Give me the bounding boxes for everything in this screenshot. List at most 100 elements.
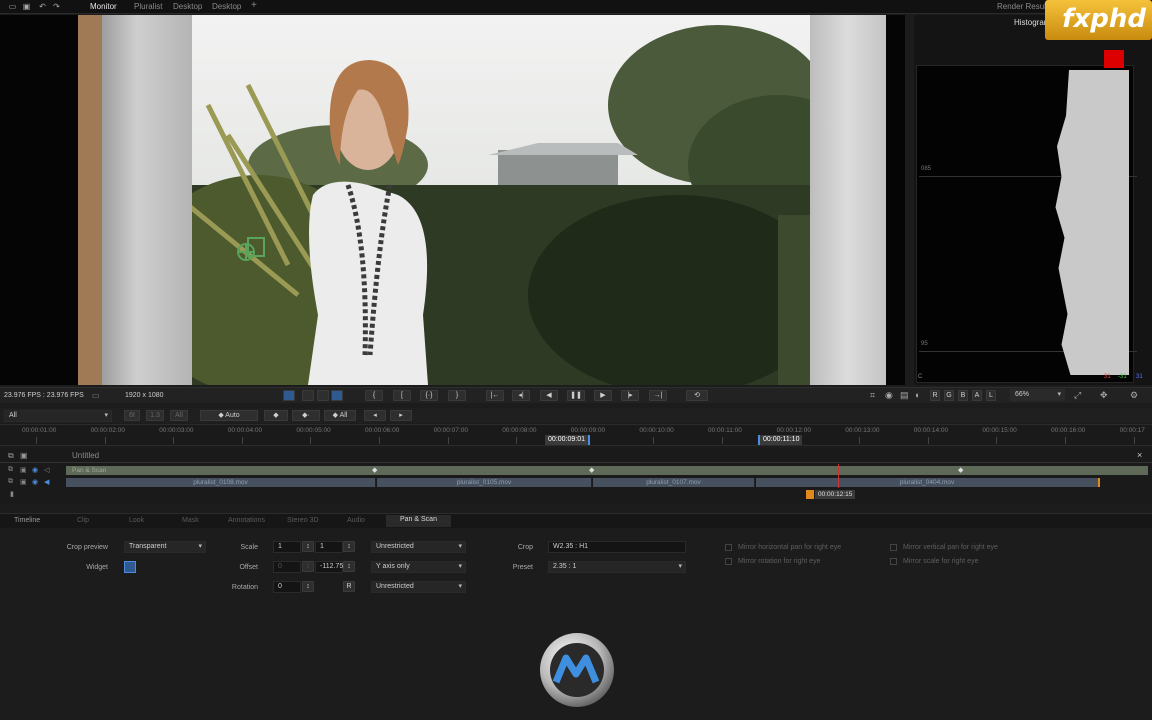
guide-button[interactable] bbox=[317, 390, 329, 401]
crop-field[interactable]: W2.35 : H1 bbox=[548, 541, 686, 553]
settings-icon[interactable]: ⚙ bbox=[1130, 390, 1138, 401]
tab-desktop-2[interactable]: Desktop bbox=[212, 2, 241, 11]
pan-scan-widget-icon[interactable] bbox=[232, 230, 268, 266]
channel-b[interactable]: B bbox=[958, 390, 968, 401]
tab-annotations[interactable]: Annotations bbox=[228, 517, 265, 524]
lock-icon[interactable]: ▣ bbox=[20, 451, 28, 460]
track-eye-icon[interactable]: ◉ bbox=[32, 466, 38, 474]
widget-toggle[interactable] bbox=[124, 561, 136, 573]
clip[interactable]: pluralist_0108.mov bbox=[66, 478, 376, 487]
play-backward-icon[interactable]: ◀ bbox=[540, 390, 558, 401]
offset-y-stepper[interactable]: ↕ bbox=[343, 561, 355, 572]
track-audio-icon[interactable]: ◁ bbox=[44, 466, 49, 474]
fit-icon[interactable]: ⤢ bbox=[1074, 390, 1081, 401]
in-point-icon[interactable]: { bbox=[365, 390, 383, 401]
track-lock-icon[interactable]: ▣ bbox=[20, 478, 27, 486]
scale-mode-select[interactable]: Unrestricted bbox=[371, 541, 466, 553]
go-to-end-icon[interactable]: →| bbox=[649, 390, 667, 401]
mirror-horizontal-checkbox[interactable] bbox=[725, 544, 732, 551]
tab-stereo-3d[interactable]: Stereo 3D bbox=[287, 517, 319, 524]
tab-render-result[interactable]: Render Result bbox=[997, 2, 1048, 11]
pause-icon[interactable]: ❚❚ bbox=[567, 390, 585, 401]
field-all[interactable]: All bbox=[170, 410, 188, 421]
mark-clip-icon[interactable]: {·} bbox=[420, 390, 438, 401]
step-forward-icon[interactable]: |▸ bbox=[621, 390, 639, 401]
prev-key-icon[interactable]: ◂ bbox=[364, 410, 386, 421]
loop-icon[interactable]: ⟲ bbox=[686, 390, 708, 401]
channel-r[interactable]: R bbox=[930, 390, 940, 401]
time-ruler[interactable]: 00:00:09:01 00:00:11:10 00:00:01:00 00:00… bbox=[0, 424, 1152, 446]
preset-select[interactable]: 2.35 : 1 bbox=[548, 561, 686, 573]
offset-y-field[interactable]: -112.75 bbox=[315, 561, 343, 573]
offset-mode-select[interactable]: Y axis only bbox=[371, 561, 466, 573]
safe-area-button[interactable] bbox=[283, 390, 295, 401]
scale-y-stepper[interactable]: ↕ bbox=[343, 541, 355, 552]
keyframe-icon[interactable]: ◆ bbox=[589, 466, 594, 474]
tab-pluralist[interactable]: Pluralist bbox=[134, 2, 162, 11]
undo-icon[interactable]: ↶ bbox=[38, 3, 47, 11]
step-back-icon[interactable]: ◂| bbox=[512, 390, 530, 401]
track-filter-select[interactable]: All bbox=[4, 410, 112, 422]
out-point-icon[interactable]: } bbox=[448, 390, 466, 401]
mirror-vertical-checkbox[interactable] bbox=[890, 544, 897, 551]
scale-x-stepper[interactable]: ↕ bbox=[302, 541, 314, 552]
play-icon[interactable]: ▶ bbox=[594, 390, 612, 401]
close-sequence-icon[interactable]: × bbox=[1137, 450, 1142, 460]
rotation-stepper[interactable]: ↕ bbox=[302, 581, 314, 592]
track-eye-icon[interactable]: ◉ bbox=[32, 478, 38, 486]
scale-x-field[interactable]: 1 bbox=[273, 541, 301, 553]
tab-clip[interactable]: Clip bbox=[77, 517, 89, 524]
rotation-mode-select[interactable]: Unrestricted bbox=[371, 581, 466, 593]
folder-icon[interactable]: ▭ bbox=[8, 3, 17, 11]
rotation-field[interactable]: 0 bbox=[273, 581, 301, 593]
viewer[interactable] bbox=[0, 15, 905, 385]
crop-preview-select[interactable]: Transparent bbox=[124, 541, 206, 553]
keyframe-icon[interactable]: ◆ bbox=[372, 466, 377, 474]
grid-button[interactable] bbox=[302, 390, 314, 401]
marker[interactable] bbox=[806, 490, 814, 499]
offset-x-field[interactable]: 0 bbox=[273, 561, 301, 573]
rotation-reset-button[interactable]: R bbox=[343, 581, 355, 592]
clip[interactable]: pluralist_0105.mov bbox=[377, 478, 592, 487]
out-time[interactable]: 00:00:11:10 bbox=[758, 435, 803, 445]
color-icon[interactable]: ◐ bbox=[915, 390, 920, 400]
channel-g[interactable]: G bbox=[944, 390, 954, 401]
track-audio-icon[interactable]: ◀ bbox=[44, 478, 49, 486]
tab-desktop-1[interactable]: Desktop bbox=[173, 2, 202, 11]
field-6t[interactable]: 6t bbox=[124, 410, 140, 421]
tab-timeline[interactable]: Timeline bbox=[14, 517, 40, 524]
add-tab-button[interactable]: + bbox=[251, 0, 257, 11]
camera-icon[interactable]: ◉ bbox=[885, 390, 893, 401]
clip[interactable]: pluralist_0107.mov bbox=[593, 478, 755, 487]
compare-icon[interactable]: ▤ bbox=[900, 390, 909, 401]
auto-key-button[interactable]: ◆ Auto bbox=[200, 410, 258, 421]
monitor-icon[interactable]: ▭ bbox=[92, 391, 100, 400]
offset-x-stepper[interactable]: ↕ bbox=[302, 561, 314, 572]
key-all-button[interactable]: ◆ All bbox=[324, 410, 356, 421]
tab-monitor[interactable]: Monitor bbox=[90, 2, 117, 11]
add-key-icon[interactable]: ◆ bbox=[264, 410, 288, 421]
channel-a[interactable]: A bbox=[972, 390, 982, 401]
key-toggle-icon[interactable]: ◆· bbox=[292, 410, 320, 421]
channel-l[interactable]: L bbox=[986, 390, 996, 401]
current-time[interactable]: 00:00:09:01 bbox=[545, 435, 590, 445]
mark-in-icon[interactable]: [ bbox=[393, 390, 411, 401]
track-lock-icon[interactable]: ▣ bbox=[20, 466, 27, 474]
tab-look[interactable]: Look bbox=[129, 517, 144, 524]
overlay-button[interactable] bbox=[331, 390, 343, 401]
mirror-rotation-checkbox[interactable] bbox=[725, 558, 732, 565]
tab-audio[interactable]: Audio bbox=[347, 517, 365, 524]
mirror-scale-checkbox[interactable] bbox=[890, 558, 897, 565]
tab-pan-scan[interactable]: Pan & Scan bbox=[386, 515, 451, 527]
clip[interactable]: pluralist_0404.mov bbox=[756, 478, 1100, 487]
save-icon[interactable]: ▣ bbox=[22, 3, 31, 11]
redo-icon[interactable]: ↷ bbox=[52, 3, 61, 11]
go-to-start-icon[interactable]: |← bbox=[486, 390, 504, 401]
move-icon[interactable]: ✥ bbox=[1100, 390, 1108, 401]
track-visibility-icon[interactable]: ⧉ bbox=[8, 478, 13, 486]
keyframe-icon[interactable]: ◆ bbox=[958, 466, 963, 474]
pan-scan-track[interactable]: Pan & Scan bbox=[66, 466, 1148, 475]
tab-mask[interactable]: Mask bbox=[182, 517, 199, 524]
next-key-icon[interactable]: ▸ bbox=[390, 410, 412, 421]
zoom-select[interactable]: 66% bbox=[1010, 389, 1065, 401]
